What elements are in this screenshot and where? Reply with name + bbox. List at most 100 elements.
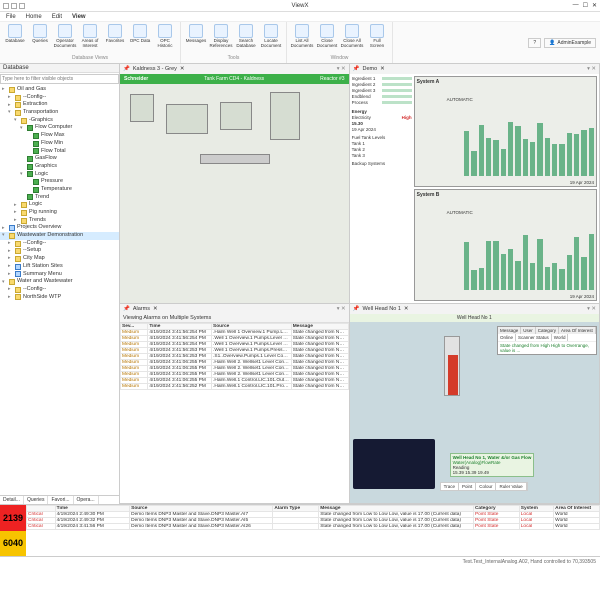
menu-file[interactable]: File (6, 14, 16, 20)
demo-mimic[interactable]: Ingredient 1 Ingredient 2 Ingredient 3 E… (350, 74, 599, 303)
tree-item[interactable]: ▸Lift Station Sites (0, 263, 119, 271)
alarm-row[interactable]: Medium4/19/2024 3:41:06:255 PM.Halm.Well… (121, 377, 349, 383)
window-max-icon[interactable] (11, 3, 17, 9)
ribbon-button[interactable]: OPC Historic (154, 24, 176, 48)
ribbon-button[interactable]: OPC Data (129, 24, 151, 48)
msg-tab[interactable]: Category (536, 327, 559, 334)
tree-item[interactable]: ▾Flow Computer (0, 124, 119, 132)
alarms-table[interactable]: Sev...TimeSourceMessageMedium4/19/2024 3… (120, 323, 349, 390)
trace-tabs[interactable]: Trace Point Colour Ruler Value (440, 482, 528, 491)
tree-item[interactable]: ▾Water and Wastewater (0, 278, 119, 286)
user-badge[interactable]: 👤 AdminExample (544, 38, 596, 48)
tree-item[interactable]: Graphics (0, 163, 119, 171)
ribbon-button[interactable]: Full Screen (366, 24, 388, 48)
alarm-row[interactable]: Medium4/19/2024 3:41:56:253 PM.S1..Overv… (121, 353, 349, 359)
alarm-row[interactable]: Medium4/19/2024 3:41:06:255 PM.Halm Well… (121, 371, 349, 377)
ribbon-button[interactable]: Messages (185, 24, 207, 48)
alarms-banner: Viewing Alarms on Multiple Systems (120, 314, 349, 323)
ribbon-button[interactable]: Areas of Interest (79, 24, 101, 48)
trace-tab[interactable]: Ruler Value (496, 483, 526, 490)
panel-tab[interactable]: 📌 Kaldness 3 - Grey ✕▾ ✕ (120, 64, 349, 74)
ribbon-button[interactable]: Operator Documents (54, 24, 76, 48)
tree-item[interactable]: Trend (0, 194, 119, 202)
window-close-btn[interactable]: ✕ (592, 2, 597, 9)
ribbon-icon (108, 24, 122, 38)
tree-item[interactable]: ▸Projects Overview (0, 224, 119, 232)
ribbon-button[interactable]: Search Database (235, 24, 257, 48)
msg-tab[interactable]: Area Of Interest (559, 327, 596, 334)
alarm-row[interactable]: Medium4/19/2024 3:41:56:253 PM.Well 1 Ov… (121, 347, 349, 353)
bottom-alarm-row[interactable]: Critical4/19/2024 3:41:56 PMDemo Items D… (27, 524, 600, 530)
msg-tab[interactable]: Message (498, 327, 521, 334)
sidebar-tab[interactable]: Detail... (0, 496, 24, 504)
tree-item[interactable]: ▸NorthSide WTP (0, 294, 119, 302)
alarm-row[interactable]: Medium4/19/2024 3:41:06:255 PM.Halm Well… (121, 359, 349, 365)
tree-filter-input[interactable] (0, 74, 119, 84)
trace-tab[interactable]: Point (459, 483, 476, 490)
alarm-counter-warning[interactable]: 6040 (0, 531, 26, 557)
ribbon-button[interactable]: Close Document (316, 24, 338, 48)
tree-item[interactable]: Flow Min (0, 140, 119, 148)
system-box[interactable]: System BAUTOMATIC19 Apr 2024 (414, 189, 597, 300)
object-tree[interactable]: ▸Oil and Gas▸--Config--▸Extraction▾Trans… (0, 85, 119, 495)
tree-item[interactable]: ▸Extraction (0, 101, 119, 109)
tree-item[interactable]: ▸City Map (0, 255, 119, 263)
sidebar-tabs[interactable]: Detail... Queries Favori... Opera... (0, 495, 119, 504)
sidebar-tab[interactable]: Favori... (48, 496, 73, 504)
ribbon-button[interactable]: Close All Documents (341, 24, 363, 48)
bottom-alarm-table[interactable]: TimeSourceAlarm TypeMessageCategorySyste… (26, 505, 600, 530)
trace-tab[interactable]: Colour (476, 483, 496, 490)
alarm-row[interactable]: Medium4/19/2024 3:41:56:254 PM.Well 1 Ov… (121, 335, 349, 341)
sidebar-tab[interactable]: Opera... (74, 496, 99, 504)
ribbon-group-label: Window (291, 55, 388, 61)
tree-item[interactable]: Pressure (0, 178, 119, 186)
ribbon-button[interactable]: Queries (29, 24, 51, 48)
tree-item[interactable]: GasFlow (0, 155, 119, 163)
window-min-btn[interactable]: — (573, 2, 579, 9)
tree-item[interactable]: Flow Total (0, 148, 119, 156)
tree-item[interactable]: ▸Trends (0, 217, 119, 225)
window-min-icon[interactable] (3, 3, 9, 9)
tree-item[interactable]: ▸Oil and Gas (0, 86, 119, 94)
tree-item[interactable]: ▸--Config-- (0, 94, 119, 102)
help-button[interactable]: ? (528, 38, 541, 48)
window-restore-icon[interactable] (19, 3, 25, 9)
tree-item[interactable]: ▸Summary Menu (0, 271, 119, 279)
ribbon-button[interactable]: Favorites (104, 24, 126, 48)
alarm-row[interactable]: Medium4/19/2024 3:41:06:255 PM.Halm Well… (121, 365, 349, 371)
message-panel[interactable]: Message User Category Area Of Interest O… (497, 326, 597, 355)
sidebar-tab[interactable]: Queries (24, 496, 49, 504)
tree-item[interactable]: ▾Wastewater Demonstration (0, 232, 119, 240)
trace-tab[interactable]: Trace (441, 483, 459, 490)
window-max-btn[interactable]: ☐ (583, 2, 588, 9)
tree-item[interactable]: ▾Logic (0, 171, 119, 179)
tree-item[interactable]: Flow Max (0, 132, 119, 140)
panel-tab[interactable]: 📌 Demo ✕▾ ✕ (350, 64, 599, 74)
ribbon-button[interactable]: Display References (210, 24, 232, 48)
alarm-counter-critical[interactable]: 2139 (0, 505, 26, 531)
tree-item[interactable]: ▸--Config-- (0, 286, 119, 294)
msg-tab[interactable]: User (521, 327, 536, 334)
menu-edit[interactable]: Edit (52, 14, 62, 20)
tree-item[interactable]: ▾-Graphics (0, 117, 119, 125)
menu-home[interactable]: Home (26, 14, 42, 20)
ribbon-button[interactable]: Locate Document (260, 24, 282, 48)
wellhead-mimic[interactable]: Well Head No 1 Message User Category Are… (350, 314, 599, 503)
alarm-row[interactable]: Medium4/19/2024 3:41:56:254 PM.Halm Well… (121, 329, 349, 335)
ribbon-button[interactable]: List All Documents (291, 24, 313, 48)
tree-item[interactable]: ▸Pig running (0, 209, 119, 217)
tree-item[interactable]: ▸--Config-- (0, 240, 119, 248)
folder-icon (15, 287, 21, 293)
tree-item[interactable]: Temperature (0, 186, 119, 194)
menu-view[interactable]: View (72, 14, 86, 20)
panel-tab[interactable]: 📌 Well Head No 1 ✕▾ ✕ (350, 304, 599, 314)
alarm-row[interactable]: Medium4/19/2024 2:41:56:252 PM.Halm.Well… (121, 383, 349, 389)
ribbon-button[interactable]: Database (4, 24, 26, 48)
tree-item[interactable]: ▸--Setup (0, 247, 119, 255)
tree-item[interactable]: ▾Transportation (0, 109, 119, 117)
process-mimic[interactable]: Schneider Tank Farm CD4 - Kaldness React… (120, 74, 349, 303)
tree-item[interactable]: ▸Logic (0, 201, 119, 209)
alarm-row[interactable]: Medium4/19/2024 3:41:56:254 PM.Well 1 Ov… (121, 341, 349, 347)
panel-tab[interactable]: 📌 Alarms ✕▾ ✕ (120, 304, 349, 314)
system-box[interactable]: System AAUTOMATIC19 Apr 2024 (414, 76, 597, 187)
